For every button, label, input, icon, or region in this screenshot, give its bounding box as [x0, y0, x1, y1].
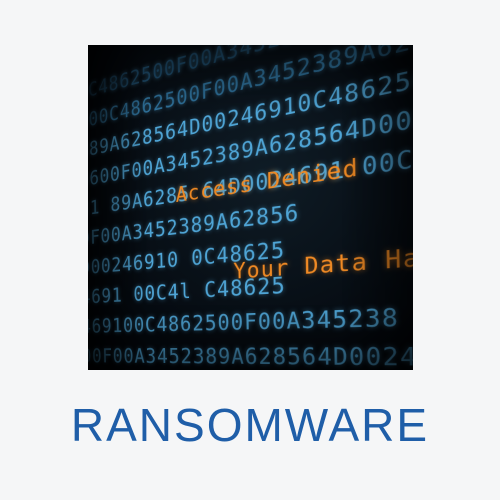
hex-code-background: 00C4862500F00A3452389A628564D00249100C48… [88, 45, 413, 370]
ransomware-title: RANSOMWARE [0, 398, 500, 452]
hero-image: 00C4862500F00A3452389A628564D00249100C48… [88, 45, 413, 370]
